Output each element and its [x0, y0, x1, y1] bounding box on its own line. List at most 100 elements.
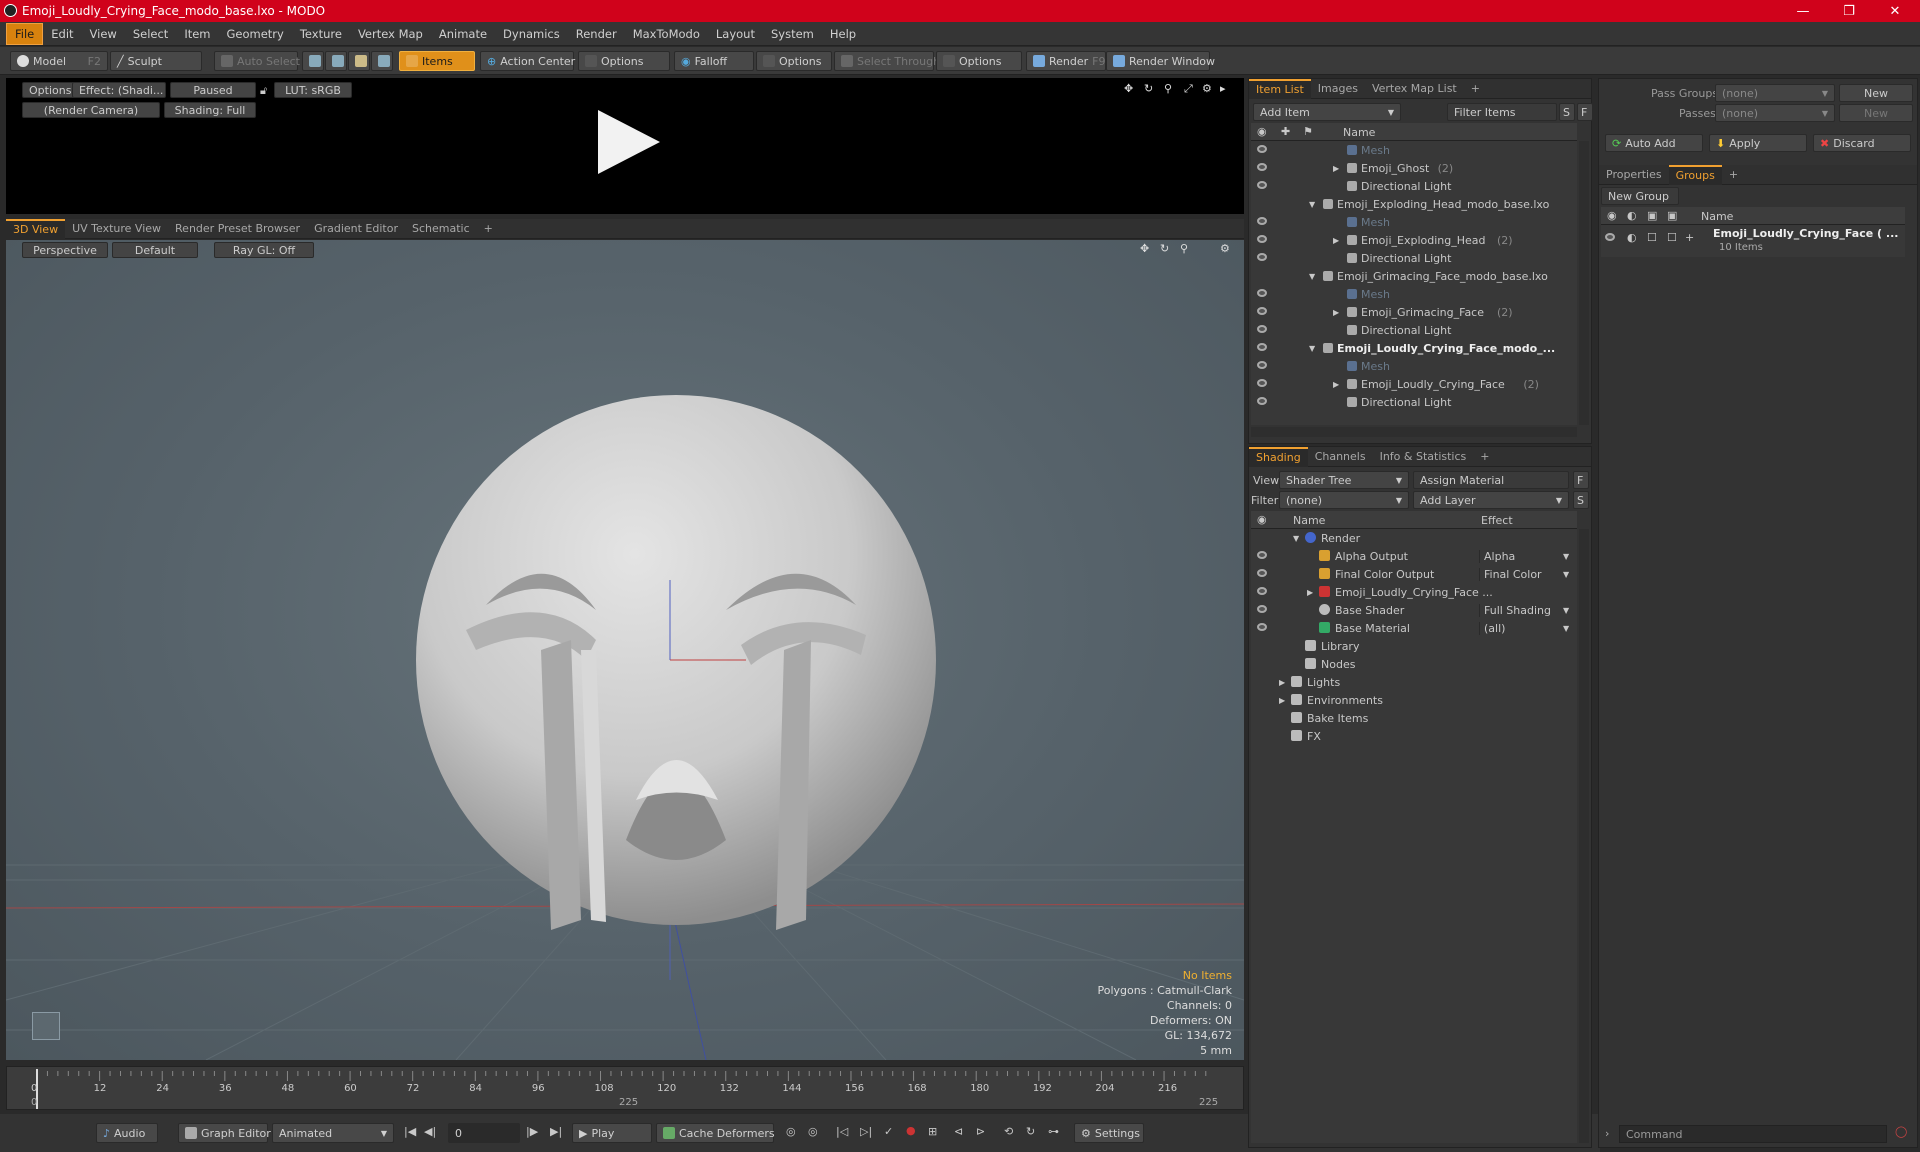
new-pass-group-button[interactable]: New	[1839, 84, 1913, 102]
default-dropdown[interactable]: Default	[112, 242, 198, 258]
falloff-button[interactable]: ◉ Falloff	[674, 51, 754, 71]
eye-icon[interactable]	[1257, 343, 1267, 351]
preview-options-button[interactable]: Options	[22, 82, 79, 98]
move-icon[interactable]: ✥	[1124, 82, 1133, 95]
select-through-options-button[interactable]: Options	[936, 51, 1022, 71]
menu-item[interactable]: Item	[176, 24, 218, 44]
shading-filter-dropdown[interactable]: (none) ▼	[1279, 491, 1409, 509]
gear-icon[interactable]: ⚙	[1220, 242, 1230, 255]
step-back-icon[interactable]: ⊲	[954, 1125, 963, 1138]
tab-render-preset-browser[interactable]: Render Preset Browser	[168, 220, 307, 238]
chevron-down-icon[interactable]: ▼	[1309, 200, 1315, 209]
select-through-button[interactable]: Select Through	[834, 51, 940, 71]
preview-shading-dropdown[interactable]: Shading: Full	[164, 102, 256, 118]
items-mode-button[interactable]: Items	[399, 51, 475, 71]
chevron-right-icon[interactable]: ▶	[1307, 588, 1313, 597]
list-item[interactable]: Directional Light	[1251, 321, 1577, 339]
render-toggle-icon[interactable]: ◐	[1627, 231, 1637, 244]
auto-add-button[interactable]: ⟳ Auto Add	[1605, 134, 1703, 152]
restore-icon[interactable]: ❐	[1826, 0, 1872, 22]
expand-icon[interactable]: +	[1685, 231, 1694, 244]
eye-icon[interactable]	[1257, 181, 1267, 189]
chevron-right-icon[interactable]: ▶	[1333, 236, 1339, 245]
last-frame-icon[interactable]: ▶|	[550, 1125, 562, 1138]
preview-paused-button[interactable]: Paused	[170, 82, 256, 98]
graph-editor-button[interactable]: Graph Editor	[178, 1123, 271, 1143]
table-row[interactable]: Bake Items	[1251, 709, 1577, 727]
eye-icon[interactable]	[1257, 587, 1267, 595]
menu-texture[interactable]: Texture	[292, 24, 350, 44]
new-pass-button[interactable]: New	[1839, 104, 1913, 122]
table-row[interactable]: ▼ Render	[1251, 529, 1577, 547]
timeline[interactable]: 0 12 24 36 48 60 72 84 96 108 120 132 144 156 168 180 19…	[6, 1066, 1244, 1110]
menu-dynamics[interactable]: Dynamics	[495, 24, 568, 44]
list-item[interactable]: Mesh	[1251, 357, 1577, 375]
item-list-scrollbar[interactable]	[1579, 141, 1589, 425]
table-row[interactable]: Base Material (all) ▼	[1251, 619, 1577, 637]
play-button[interactable]: ▶ Play	[572, 1123, 652, 1143]
audio-button[interactable]: ♪ Audio	[96, 1123, 158, 1143]
link-icon[interactable]: ⊶	[1048, 1125, 1059, 1138]
pass-groups-dropdown[interactable]: (none) ▼	[1715, 84, 1835, 102]
gear-icon[interactable]: ⚙	[1202, 82, 1212, 95]
tab-3d-view[interactable]: 3D View	[6, 218, 66, 239]
group-row[interactable]: ◐ ☐ ☐ + Emoji_Loudly_Crying_Face ( ... 1…	[1601, 225, 1905, 257]
table-row[interactable]: Final Color Output Final Color ▼	[1251, 565, 1577, 583]
3d-viewport[interactable]: Perspective Default Ray GL: Off ✥ ↻ ⚲ ⚙ …	[6, 240, 1244, 1060]
prev-key-icon[interactable]: |◁	[836, 1125, 848, 1138]
discard-button[interactable]: ✖ Discard	[1813, 134, 1911, 152]
add-layer-dropdown[interactable]: Add Layer ▼	[1413, 491, 1569, 509]
add-tab-icon[interactable]: +	[1464, 80, 1487, 98]
model-button[interactable]: Model F2	[10, 51, 108, 71]
new-group-button[interactable]: New Group	[1601, 187, 1679, 205]
polygons-mode-button[interactable]	[348, 51, 370, 71]
assign-material-input[interactable]: Assign Material	[1413, 471, 1569, 489]
eye-icon[interactable]	[1605, 233, 1615, 241]
list-item[interactable]: ▼ Emoji_Exploding_Head_modo_base.lxo	[1251, 195, 1577, 213]
filter-f-button[interactable]: F	[1577, 103, 1593, 121]
eye-icon[interactable]	[1257, 569, 1267, 577]
list-item[interactable]: Mesh	[1251, 285, 1577, 303]
minimize-icon[interactable]: —	[1780, 0, 1826, 22]
move-icon[interactable]: ✥	[1140, 242, 1149, 255]
tab-schematic[interactable]: Schematic	[405, 220, 477, 238]
add-tab-icon[interactable]: +	[1722, 166, 1745, 184]
filter-items-input[interactable]: Filter Items	[1447, 103, 1557, 121]
sculpt-button[interactable]: ╱ Sculpt	[110, 51, 202, 71]
menu-edit[interactable]: Edit	[43, 24, 81, 44]
passes-dropdown[interactable]: (none) ▼	[1715, 104, 1835, 122]
lock-icon[interactable]: 🔓︎	[260, 84, 267, 98]
menu-help[interactable]: Help	[822, 24, 864, 44]
table-row[interactable]: Alpha Output Alpha ▼	[1251, 547, 1577, 565]
list-item[interactable]: Directional Light	[1251, 177, 1577, 195]
edges-mode-button[interactable]	[325, 51, 347, 71]
menu-maxtomodo[interactable]: MaxToModo	[625, 24, 708, 44]
emoji-mesh[interactable]	[416, 395, 936, 930]
add-tab-icon[interactable]: +	[477, 220, 500, 238]
menu-vertex-map[interactable]: Vertex Map	[350, 24, 431, 44]
lut-dropdown[interactable]: LUT: sRGB	[274, 82, 352, 98]
apply-button[interactable]: ⬇ Apply	[1709, 134, 1807, 152]
menu-render[interactable]: Render	[568, 24, 625, 44]
first-frame-icon[interactable]: |◀	[404, 1125, 416, 1138]
falloff-options-button[interactable]: Options	[756, 51, 832, 71]
assign-f-button[interactable]: F	[1573, 471, 1589, 489]
eye-icon[interactable]	[1257, 163, 1267, 171]
table-row[interactable]: FX	[1251, 727, 1577, 745]
perspective-dropdown[interactable]: Perspective	[22, 242, 108, 258]
eye-icon[interactable]	[1257, 289, 1267, 297]
add-item-button[interactable]: Add Item ▼	[1253, 103, 1401, 121]
render-window-button[interactable]: Render Window	[1106, 51, 1215, 71]
eye-icon[interactable]	[1257, 397, 1267, 405]
preview-camera-dropdown[interactable]: (Render Camera)	[22, 102, 160, 118]
view-dropdown[interactable]: Shader Tree ▼	[1279, 471, 1409, 489]
menu-select[interactable]: Select	[125, 24, 176, 44]
tab-channels[interactable]: Channels	[1308, 448, 1373, 466]
table-row[interactable]: Base Shader Full Shading ▼	[1251, 601, 1577, 619]
tab-groups[interactable]: Groups	[1668, 164, 1722, 185]
eye-icon[interactable]	[1257, 605, 1267, 613]
chevron-down-icon[interactable]: ▼	[1309, 344, 1315, 353]
raygl-button[interactable]: Ray GL: Off	[214, 242, 314, 258]
key-icon[interactable]: ◎	[786, 1125, 796, 1138]
list-item[interactable]: Mesh	[1251, 141, 1577, 159]
